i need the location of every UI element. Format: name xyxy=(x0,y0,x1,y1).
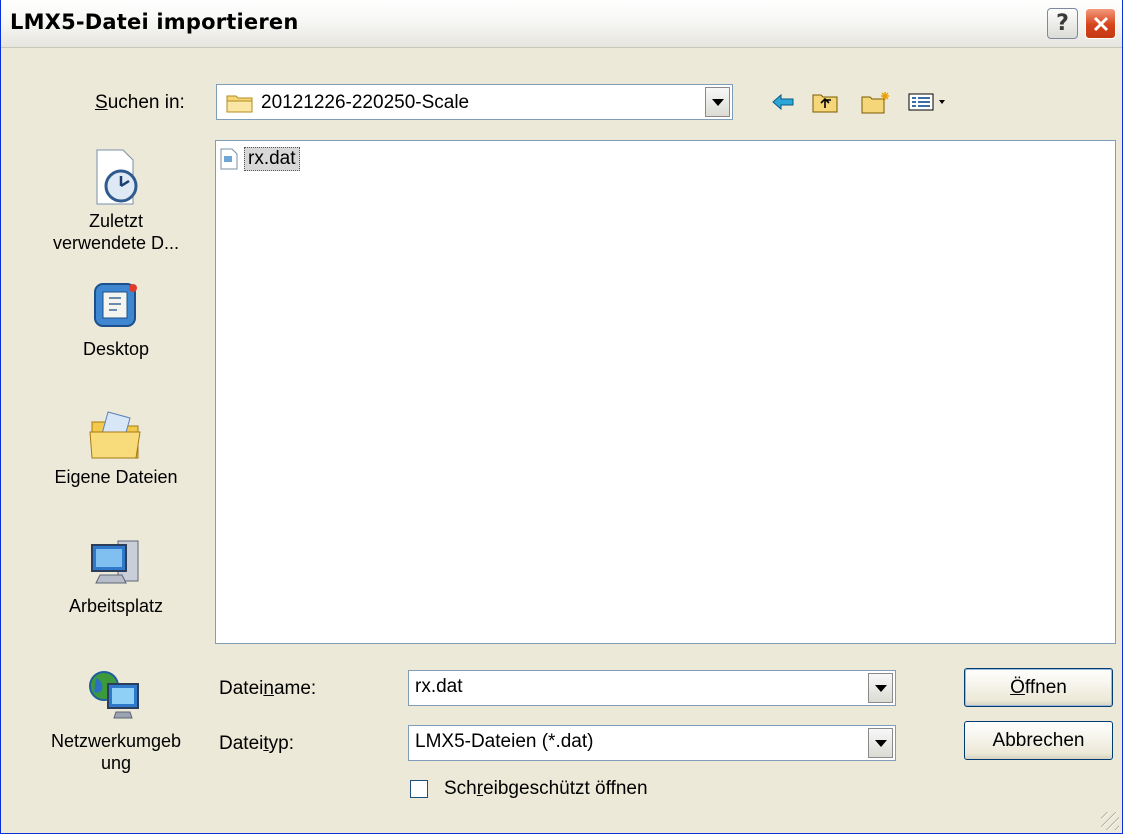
help-icon: ? xyxy=(1056,11,1069,36)
my-documents-icon xyxy=(89,411,141,459)
filetype-dropdown[interactable]: LMX5-Dateien (*.dat) xyxy=(408,725,896,761)
up-folder-button[interactable] xyxy=(809,88,841,116)
lookin-dropdown[interactable]: 20121226-220250-Scale xyxy=(216,84,733,120)
place-recent-label1: Zuletzt xyxy=(88,211,144,231)
place-my-documents-label: Eigene Dateien xyxy=(54,467,178,487)
readonly-label: Schreibgeschützt öffnen xyxy=(444,778,648,799)
up-folder-icon xyxy=(812,94,838,113)
place-desktop[interactable]: Desktop xyxy=(21,278,211,360)
place-my-documents[interactable]: Eigene Dateien xyxy=(21,408,211,488)
chevron-down-icon xyxy=(711,98,724,106)
title-bar[interactable]: LMX5-Datei importieren ? xyxy=(1,0,1122,48)
filename-label: Dateiname: xyxy=(219,678,317,699)
resize-grip[interactable] xyxy=(1101,812,1119,830)
file-name: rx.dat xyxy=(244,147,300,171)
place-network-label1: Netzwerkumgeb xyxy=(50,731,182,751)
back-arrow-icon xyxy=(772,93,794,111)
readonly-checkbox[interactable] xyxy=(410,780,428,798)
help-button[interactable]: ? xyxy=(1047,8,1078,39)
lookin-dropdown-arrow[interactable] xyxy=(705,87,730,117)
view-menu-icon xyxy=(908,93,945,111)
place-my-computer-label: Arbeitsplatz xyxy=(68,596,164,616)
new-folder-button[interactable] xyxy=(859,88,893,116)
file-list[interactable]: rx.dat xyxy=(215,140,1116,644)
network-icon xyxy=(89,671,139,719)
place-my-computer[interactable]: Arbeitsplatz xyxy=(21,537,211,617)
close-icon xyxy=(1093,16,1108,31)
filename-input[interactable]: rx.dat xyxy=(408,670,896,706)
folder-icon xyxy=(226,95,253,113)
file-open-dialog: LMX5-Datei importieren ? Suchen in: 2012… xyxy=(0,0,1123,834)
chevron-down-icon xyxy=(874,684,887,692)
filename-value: rx.dat xyxy=(415,676,463,697)
file-icon xyxy=(220,148,238,170)
place-recent[interactable]: Zuletzt verwendete D... xyxy=(21,148,211,254)
my-computer-icon xyxy=(91,540,139,584)
lookin-value: 20121226-220250-Scale xyxy=(261,92,470,113)
place-network[interactable]: Netzwerkumgeb ung xyxy=(21,668,211,774)
new-folder-icon xyxy=(861,92,889,114)
place-network-label2: ung xyxy=(100,753,132,773)
filetype-dropdown-arrow[interactable] xyxy=(868,728,893,758)
recent-documents-icon xyxy=(96,149,138,205)
close-button[interactable] xyxy=(1085,8,1116,39)
desktop-icon xyxy=(94,283,137,327)
dialog-title: LMX5-Datei importieren xyxy=(10,10,299,34)
place-recent-label2: verwendete D... xyxy=(52,233,180,253)
readonly-checkbox-row[interactable]: Schreibgeschützt öffnen xyxy=(410,778,648,800)
open-button-label: Öffnen xyxy=(1010,676,1067,698)
place-desktop-label: Desktop xyxy=(82,339,150,359)
open-button[interactable]: Öffnen xyxy=(964,668,1113,707)
cancel-button[interactable]: Abbrechen xyxy=(964,721,1113,760)
filename-dropdown-arrow[interactable] xyxy=(868,673,893,703)
list-item[interactable]: rx.dat xyxy=(220,147,300,171)
view-menu-button[interactable] xyxy=(905,88,955,116)
filetype-label: Dateityp: xyxy=(219,733,294,754)
back-button[interactable] xyxy=(769,88,797,116)
filetype-value: LMX5-Dateien (*.dat) xyxy=(415,731,594,752)
lookin-label: Suchen in: xyxy=(95,92,185,113)
chevron-down-icon xyxy=(874,739,887,747)
